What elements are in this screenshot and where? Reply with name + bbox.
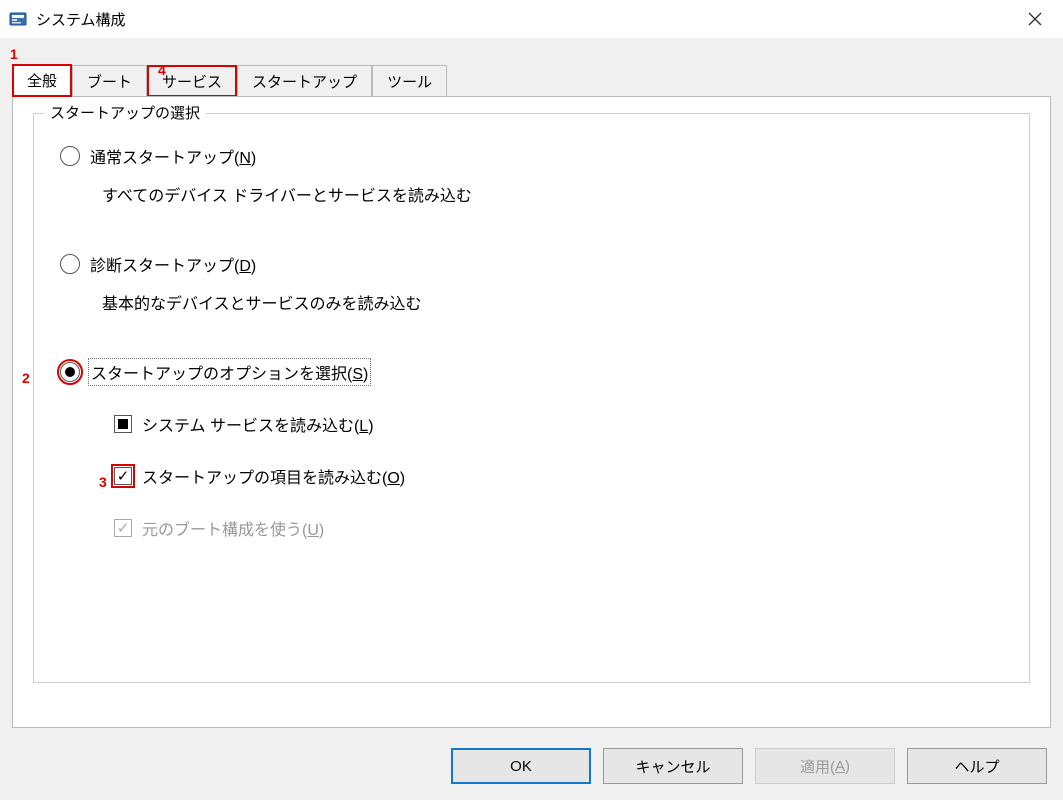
checkbox-sysservices-label: システム サービスを読み込む(L) bbox=[142, 412, 374, 436]
radio-diagnostic-row: 診断スタートアップ(D) bbox=[60, 252, 1009, 276]
checkbox-origboot-row: 元のブート構成を使う(U) bbox=[114, 516, 1009, 540]
radio-diagnostic-desc: 基本的なデバイスとサービスのみを読み込む bbox=[102, 290, 1009, 314]
radio-normal-desc: すべてのデバイス ドライバーとサービスを読み込む bbox=[102, 182, 1009, 206]
radio-diagnostic[interactable] bbox=[60, 254, 80, 274]
tab-services-label: サービス bbox=[162, 74, 222, 91]
tab-tools[interactable]: ツール bbox=[372, 65, 447, 97]
checkbox-origboot bbox=[114, 519, 132, 537]
radio-selective-label: スタートアップのオプションを選択(S) bbox=[90, 360, 369, 384]
tab-general[interactable]: 全般 bbox=[12, 64, 72, 97]
checkbox-origboot-label: 元のブート構成を使う(U) bbox=[142, 516, 324, 540]
radio-normal-label: 通常スタートアップ(N) bbox=[90, 144, 256, 168]
button-row: OK キャンセル 適用(A) ヘルプ bbox=[451, 748, 1047, 784]
tab-startup-label: スタートアップ bbox=[252, 74, 357, 91]
radio-selective[interactable] bbox=[60, 362, 80, 382]
help-button[interactable]: ヘルプ bbox=[907, 748, 1047, 784]
checkbox-startupitems[interactable] bbox=[114, 467, 132, 485]
ok-button[interactable]: OK bbox=[451, 748, 591, 784]
radio-normal[interactable] bbox=[60, 146, 80, 166]
group-title: スタートアップの選択 bbox=[44, 102, 206, 123]
titlebar: システム構成 bbox=[0, 0, 1063, 38]
tab-general-label: 全般 bbox=[27, 73, 57, 90]
checkbox-startupitems-row: スタートアップの項目を読み込む(O) bbox=[114, 464, 1009, 488]
app-icon bbox=[8, 9, 28, 29]
annotation-1: 1 bbox=[10, 46, 18, 62]
tab-row: 全般 ブート サービス スタートアップ ツール bbox=[0, 62, 1063, 96]
checkbox-startupitems-label: スタートアップの項目を読み込む(O) bbox=[142, 464, 405, 488]
close-button[interactable] bbox=[1007, 0, 1063, 38]
content-panel: スタートアップの選択 通常スタートアップ(N) すべてのデバイス ドライバーとサ… bbox=[12, 96, 1051, 728]
checkbox-sysservices[interactable] bbox=[114, 415, 132, 433]
tab-startup[interactable]: スタートアップ bbox=[237, 65, 372, 97]
tab-tools-label: ツール bbox=[387, 74, 432, 91]
radio-diagnostic-label: 診断スタートアップ(D) bbox=[90, 252, 256, 276]
window-title: システム構成 bbox=[36, 9, 126, 30]
tab-boot[interactable]: ブート bbox=[72, 65, 147, 97]
cancel-button[interactable]: キャンセル bbox=[603, 748, 743, 784]
radio-normal-row: 通常スタートアップ(N) bbox=[60, 144, 1009, 168]
tab-services[interactable]: サービス bbox=[147, 65, 237, 97]
tab-boot-label: ブート bbox=[87, 74, 132, 91]
apply-button: 適用(A) bbox=[755, 748, 895, 784]
system-config-window: システム構成 1 4 2 3 全般 ブート サービス スタートアップ ツール ス… bbox=[0, 0, 1063, 800]
startup-selection-group: スタートアップの選択 通常スタートアップ(N) すべてのデバイス ドライバーとサ… bbox=[33, 113, 1030, 683]
radio-selective-row: スタートアップのオプションを選択(S) bbox=[60, 360, 1009, 384]
checkbox-sysservices-row: システム サービスを読み込む(L) bbox=[114, 412, 1009, 436]
